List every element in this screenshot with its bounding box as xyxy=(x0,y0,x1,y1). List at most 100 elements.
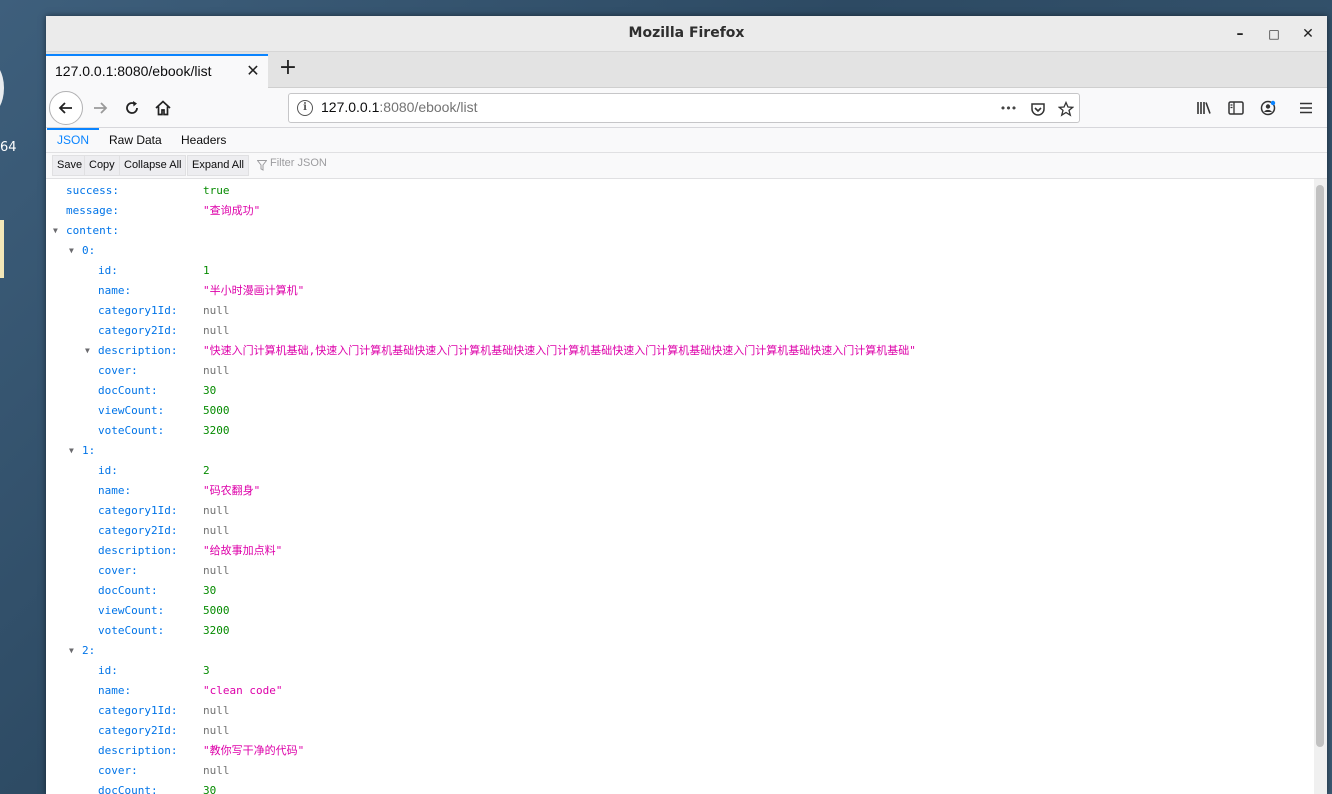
json-value: 3200 xyxy=(203,624,230,637)
json-row[interactable]: ▼ description: "快速入门计算机基础,快速入门计算机基础快速入门计算机… xyxy=(46,341,1314,361)
json-key: docCount: xyxy=(98,584,158,597)
json-value: 30 xyxy=(203,784,217,794)
json-value: 2 xyxy=(203,464,210,477)
json-key: description: xyxy=(98,344,178,357)
maximize-button[interactable]: □ xyxy=(1264,24,1284,44)
expand-toggle-icon[interactable]: ▼ xyxy=(69,241,79,261)
sidebar-icon[interactable] xyxy=(1222,94,1250,122)
expand-toggle-icon[interactable]: ▼ xyxy=(53,221,63,241)
site-info-icon[interactable]: i xyxy=(297,100,313,116)
home-button[interactable] xyxy=(149,94,177,122)
tab-headers[interactable]: Headers xyxy=(171,128,236,153)
json-value: "半小时漫画计算机" xyxy=(203,284,305,297)
json-row: docCount: 30 xyxy=(46,781,1314,794)
expand-toggle-icon[interactable]: ▼ xyxy=(85,341,95,361)
new-tab-button[interactable]: + xyxy=(276,56,300,80)
json-value: 30 xyxy=(203,584,217,597)
desktop-item xyxy=(0,220,4,278)
json-row: cover: null xyxy=(46,361,1314,381)
save-button[interactable]: Save xyxy=(52,155,88,176)
minimize-button[interactable]: – xyxy=(1230,24,1250,44)
bookmark-star-icon[interactable] xyxy=(1055,98,1077,120)
json-tree: success: true message: "查询成功" ▼ content: ▼ 0: id… xyxy=(46,179,1314,794)
forward-button[interactable] xyxy=(86,94,114,122)
collapse-all-button[interactable]: Collapse All xyxy=(119,155,187,176)
scrollbar-thumb[interactable] xyxy=(1316,185,1324,747)
desktop-side-text: 64 xyxy=(0,140,17,155)
json-key: 2: xyxy=(82,644,96,657)
json-toolbar: Save Copy Collapse All Expand All Filter… xyxy=(46,153,1327,179)
json-value: "给故事加点料" xyxy=(203,544,283,557)
window-title: Mozilla Firefox xyxy=(628,25,745,41)
account-icon[interactable] xyxy=(1254,94,1282,122)
json-value: 3 xyxy=(203,664,210,677)
home-icon xyxy=(155,100,171,116)
reload-button[interactable] xyxy=(118,94,146,122)
json-row: viewCount: 5000 xyxy=(46,401,1314,421)
json-row: category1Id: null xyxy=(46,301,1314,321)
menu-icon[interactable] xyxy=(1292,94,1320,122)
json-value: null xyxy=(203,764,230,777)
url-bar[interactable]: i 127.0.0.1:8080/ebook/list ••• xyxy=(288,93,1080,123)
copy-button[interactable]: Copy xyxy=(84,155,120,176)
json-row: id: 2 xyxy=(46,461,1314,481)
json-value: 1 xyxy=(203,264,210,277)
json-value: null xyxy=(203,724,230,737)
tab-strip: 127.0.0.1:8080/ebook/list ✕ + xyxy=(46,52,1327,88)
tab-close-icon[interactable]: ✕ xyxy=(244,62,262,80)
library-icon[interactable] xyxy=(1190,94,1218,122)
page-actions-button[interactable]: ••• xyxy=(997,98,1019,120)
json-key: category2Id: xyxy=(98,724,178,737)
forward-arrow-icon xyxy=(94,102,108,114)
json-row: id: 3 xyxy=(46,661,1314,681)
json-row: message: "查询成功" xyxy=(46,201,1314,221)
json-key: description: xyxy=(98,544,178,557)
json-row: name: "半小时漫画计算机" xyxy=(46,281,1314,301)
navigation-toolbar: i 127.0.0.1:8080/ebook/list ••• xyxy=(46,88,1327,128)
json-value: null xyxy=(203,324,230,337)
filter-json-input[interactable]: Filter JSON xyxy=(270,157,327,169)
json-row: name: "clean code" xyxy=(46,681,1314,701)
json-row[interactable]: ▼ 2: xyxy=(46,641,1314,661)
json-value: "查询成功" xyxy=(203,204,261,217)
back-button[interactable] xyxy=(49,91,83,125)
json-value: true xyxy=(203,184,230,197)
close-window-button[interactable]: ✕ xyxy=(1298,24,1318,44)
expand-all-button[interactable]: Expand All xyxy=(187,155,249,176)
vertical-scrollbar[interactable] xyxy=(1314,179,1327,794)
tab-ebook-list[interactable]: 127.0.0.1:8080/ebook/list ✕ xyxy=(46,54,268,88)
json-value: 5000 xyxy=(203,404,230,417)
tab-json[interactable]: JSON xyxy=(47,128,100,153)
json-key: viewCount: xyxy=(98,604,165,617)
json-row[interactable]: ▼ 0: xyxy=(46,241,1314,261)
expand-toggle-icon[interactable]: ▼ xyxy=(69,441,79,461)
json-value: "快速入门计算机基础,快速入门计算机基础快速入门计算机基础快速入门计算机基础快速… xyxy=(203,344,916,357)
json-key: category1Id: xyxy=(98,504,178,517)
json-value: null xyxy=(203,524,230,537)
json-key: name: xyxy=(98,484,132,497)
json-row: name: "码农翻身" xyxy=(46,481,1314,501)
json-key: docCount: xyxy=(98,784,158,794)
reload-icon xyxy=(126,101,138,114)
expand-toggle-icon[interactable]: ▼ xyxy=(69,641,79,661)
json-value: null xyxy=(203,304,230,317)
json-row: success: true xyxy=(46,181,1314,201)
json-key: message: xyxy=(66,204,119,217)
json-key: voteCount: xyxy=(98,624,165,637)
json-value: 30 xyxy=(203,384,217,397)
url-text[interactable]: 127.0.0.1:8080/ebook/list xyxy=(321,99,477,115)
json-row: category2Id: null xyxy=(46,721,1314,741)
pocket-icon[interactable] xyxy=(1027,98,1049,120)
json-key: category2Id: xyxy=(98,524,178,537)
json-key: docCount: xyxy=(98,384,158,397)
json-value: 3200 xyxy=(203,424,230,437)
json-row: docCount: 30 xyxy=(46,581,1314,601)
json-key: category1Id: xyxy=(98,304,178,317)
tab-raw-data[interactable]: Raw Data xyxy=(99,128,172,153)
json-row[interactable]: ▼ 1: xyxy=(46,441,1314,461)
json-viewer-tabs: JSON Raw Data Headers xyxy=(46,128,1327,153)
tab-title: 127.0.0.1:8080/ebook/list xyxy=(55,63,212,79)
back-arrow-icon xyxy=(58,102,72,114)
json-row[interactable]: ▼ content: xyxy=(46,221,1314,241)
json-row: cover: null xyxy=(46,561,1314,581)
